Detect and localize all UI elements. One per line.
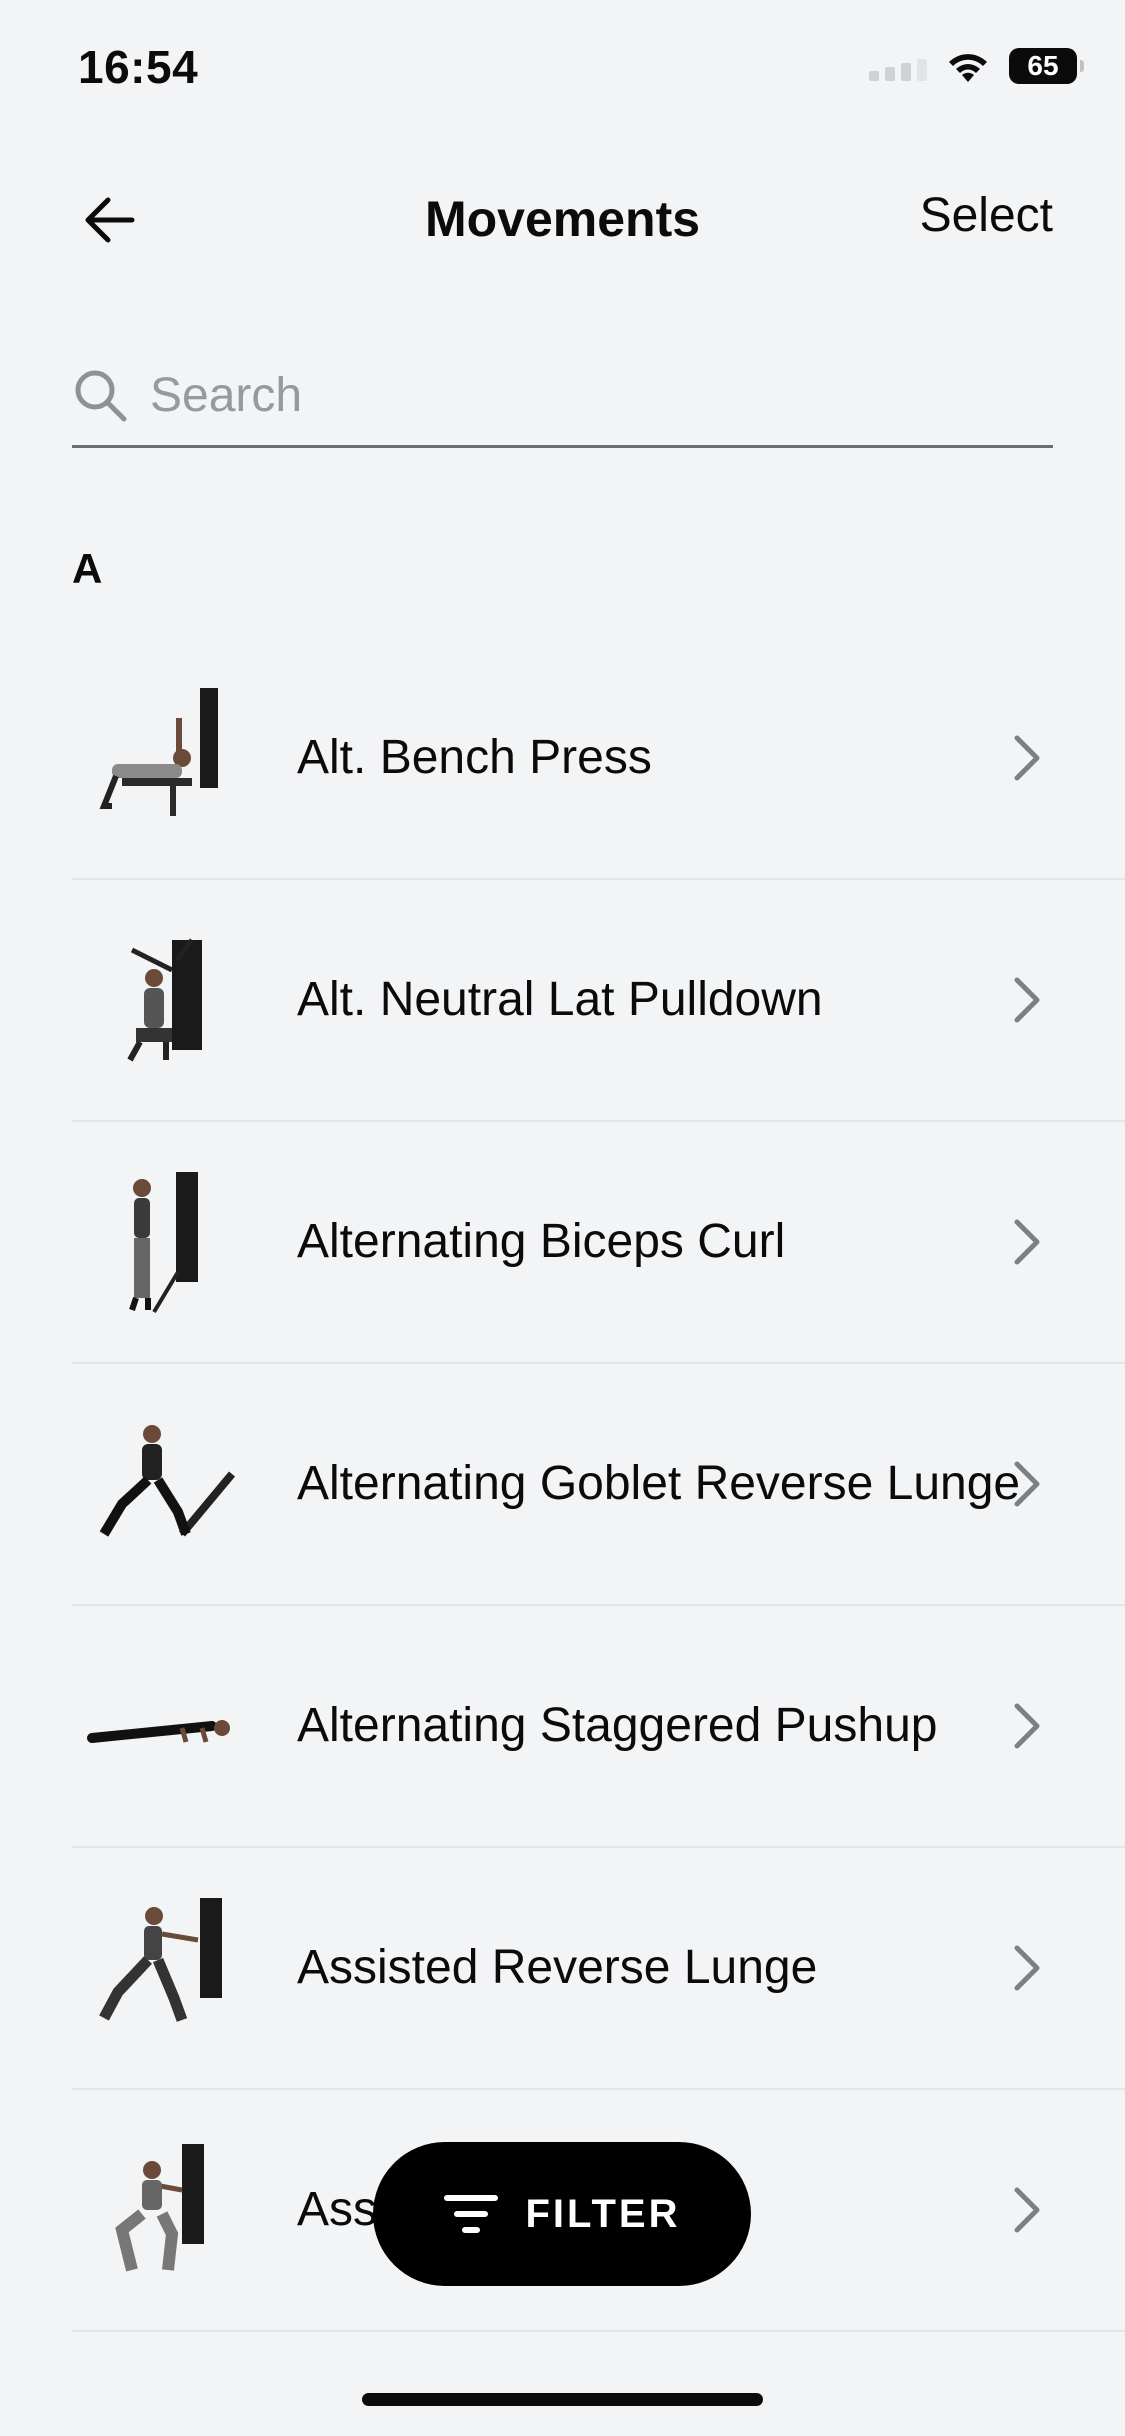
- list-item[interactable]: Alternating Goblet Reverse Lunge: [72, 1364, 1125, 1606]
- chevron-right-icon: [1014, 735, 1040, 781]
- movement-label: Alternating Biceps Curl: [297, 1215, 786, 1268]
- search-icon: [75, 370, 127, 422]
- list-item[interactable]: Alt. Neutral Lat Pulldown: [72, 880, 1125, 1122]
- movement-thumbnail: [82, 668, 242, 848]
- chevron-right-icon: [1014, 1461, 1040, 1507]
- movement-label: Alt. Bench Press: [297, 731, 652, 784]
- movement-thumbnail: [82, 1152, 242, 1332]
- list-item[interactable]: Assisted Reverse Lunge: [72, 1848, 1125, 2090]
- list-item[interactable]: Alternating Biceps Curl: [72, 1122, 1125, 1364]
- wifi-icon: [949, 54, 987, 82]
- nav-bar: Movements Select: [0, 160, 1125, 280]
- list-item[interactable]: Alternating Staggered Pushup: [72, 1606, 1125, 1848]
- chevron-right-icon: [1014, 1219, 1040, 1265]
- filter-label: FILTER: [525, 2191, 681, 2236]
- filter-icon: [444, 2195, 499, 2233]
- movement-label: Alternating Goblet Reverse Lunge: [297, 1457, 1021, 1510]
- chevron-right-icon: [1014, 1945, 1040, 1991]
- status-bar: 16:54 65: [0, 0, 1125, 140]
- list-item[interactable]: Alt. Bench Press: [72, 638, 1125, 880]
- filter-button[interactable]: FILTER: [373, 2142, 751, 2286]
- status-icons: 65: [869, 48, 1084, 84]
- movement-list: Alt. Bench Press Alt. Neutral Lat Pulldo…: [72, 638, 1125, 2332]
- chevron-right-icon: [1014, 977, 1040, 1023]
- search-input[interactable]: [148, 366, 1012, 424]
- movement-label: Assisted Reverse Lunge: [297, 1941, 818, 1994]
- section-header-a: A: [72, 545, 104, 592]
- movement-thumbnail: [82, 1636, 242, 1816]
- search-bar[interactable]: [72, 345, 1053, 448]
- cellular-signal-icon: [869, 51, 927, 81]
- status-time: 16:54: [78, 41, 199, 93]
- arrow-left-icon: [85, 197, 135, 243]
- movement-thumbnail: [82, 910, 242, 1090]
- movement-label: Alternating Staggered Pushup: [297, 1699, 938, 1752]
- movement-label: Alt. Neutral Lat Pulldown: [297, 973, 823, 1026]
- chevron-right-icon: [1014, 1703, 1040, 1749]
- battery-level: 65: [1027, 50, 1059, 81]
- battery-icon: 65: [1009, 48, 1084, 84]
- back-button[interactable]: [72, 182, 148, 258]
- movement-thumbnail: [82, 2120, 242, 2300]
- movement-thumbnail: [82, 1394, 242, 1574]
- home-indicator: [362, 2393, 763, 2406]
- select-button[interactable]: Select: [920, 188, 1053, 243]
- chevron-right-icon: [1014, 2187, 1040, 2233]
- movement-thumbnail: [82, 1878, 242, 2058]
